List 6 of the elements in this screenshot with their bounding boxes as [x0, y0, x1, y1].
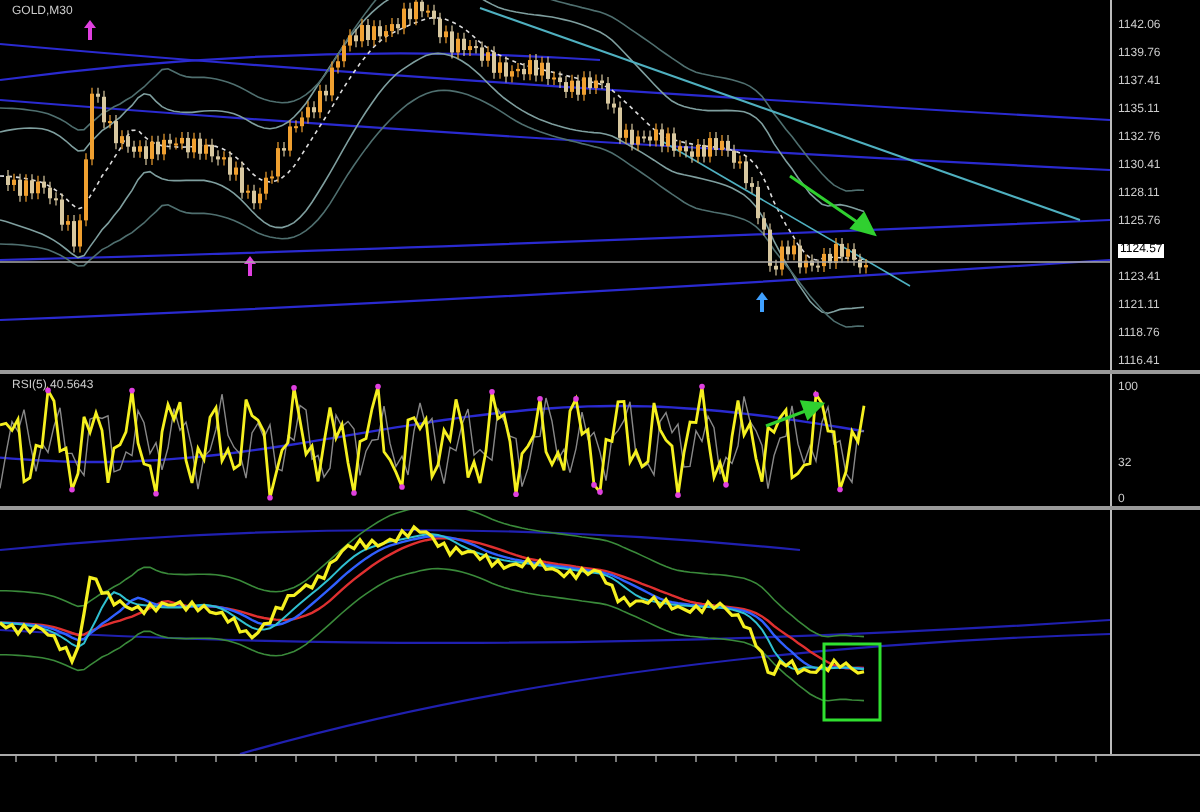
highlight-box [822, 642, 882, 722]
arrow-icon [789, 174, 877, 237]
arrow-icon [244, 256, 256, 276]
arrow-icon [756, 292, 768, 312]
arrow-icon [84, 20, 96, 40]
arrow-icon [765, 400, 826, 428]
